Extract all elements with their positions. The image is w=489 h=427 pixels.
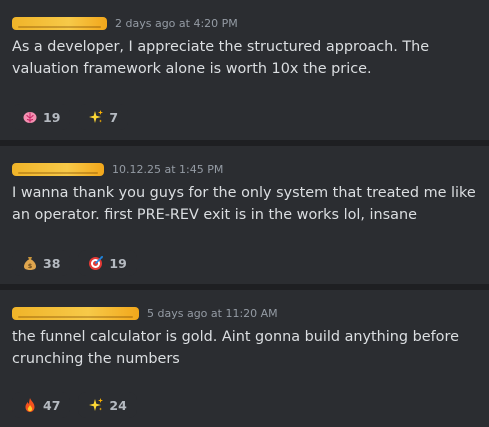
comment-feed: 2 days ago at 4:20 PM As a developer, I … — [0, 0, 489, 427]
reaction-count: 19 — [109, 255, 127, 271]
reaction-sparkles[interactable]: 7 — [78, 104, 129, 130]
redacted-username[interactable] — [12, 16, 107, 30]
reaction-count: 24 — [109, 397, 127, 413]
direct-hit-icon — [88, 255, 104, 271]
comment-header: 5 days ago at 11:20 AM — [12, 304, 479, 322]
comment-text: the funnel calculator is gold. Aint gonn… — [12, 329, 459, 367]
brain-icon — [22, 109, 38, 125]
comment-timestamp[interactable]: 5 days ago at 11:20 AM — [147, 307, 278, 320]
comment-timestamp[interactable]: 2 days ago at 4:20 PM — [115, 17, 238, 30]
reaction-sparkles[interactable]: 24 — [78, 392, 137, 418]
reaction-bar: $ 38 19 — [12, 250, 137, 276]
reaction-count: 19 — [43, 109, 61, 125]
sparkles-icon — [88, 397, 104, 413]
comment-header: 10.12.25 at 1:45 PM — [12, 160, 479, 178]
money-bag-icon: $ — [22, 255, 38, 271]
sparkles-icon — [88, 109, 104, 125]
reaction-count: 38 — [43, 255, 61, 271]
redacted-username[interactable] — [12, 306, 139, 320]
comment-text: As a developer, I appreciate the structu… — [12, 39, 430, 77]
reaction-bar: 19 7 — [12, 104, 129, 130]
comment-text: I wanna thank you guys for the only syst… — [12, 185, 476, 223]
reaction-direct-hit[interactable]: 19 — [78, 250, 137, 276]
reaction-count: 7 — [109, 109, 119, 125]
comment-card: 5 days ago at 11:20 AM the funnel calcul… — [0, 290, 489, 427]
svg-text:$: $ — [28, 262, 33, 270]
fire-icon — [22, 397, 38, 413]
comment-timestamp[interactable]: 10.12.25 at 1:45 PM — [112, 163, 223, 176]
reaction-bar: 47 24 — [12, 392, 137, 418]
reaction-money-bag[interactable]: $ 38 — [12, 250, 71, 276]
comment-card: 2 days ago at 4:20 PM As a developer, I … — [0, 0, 489, 140]
redacted-username[interactable] — [12, 162, 104, 176]
reaction-count: 47 — [43, 397, 61, 413]
comment-card: 10.12.25 at 1:45 PM I wanna thank you gu… — [0, 146, 489, 284]
comment-header: 2 days ago at 4:20 PM — [12, 14, 479, 32]
reaction-fire[interactable]: 47 — [12, 392, 71, 418]
reaction-brain[interactable]: 19 — [12, 104, 71, 130]
